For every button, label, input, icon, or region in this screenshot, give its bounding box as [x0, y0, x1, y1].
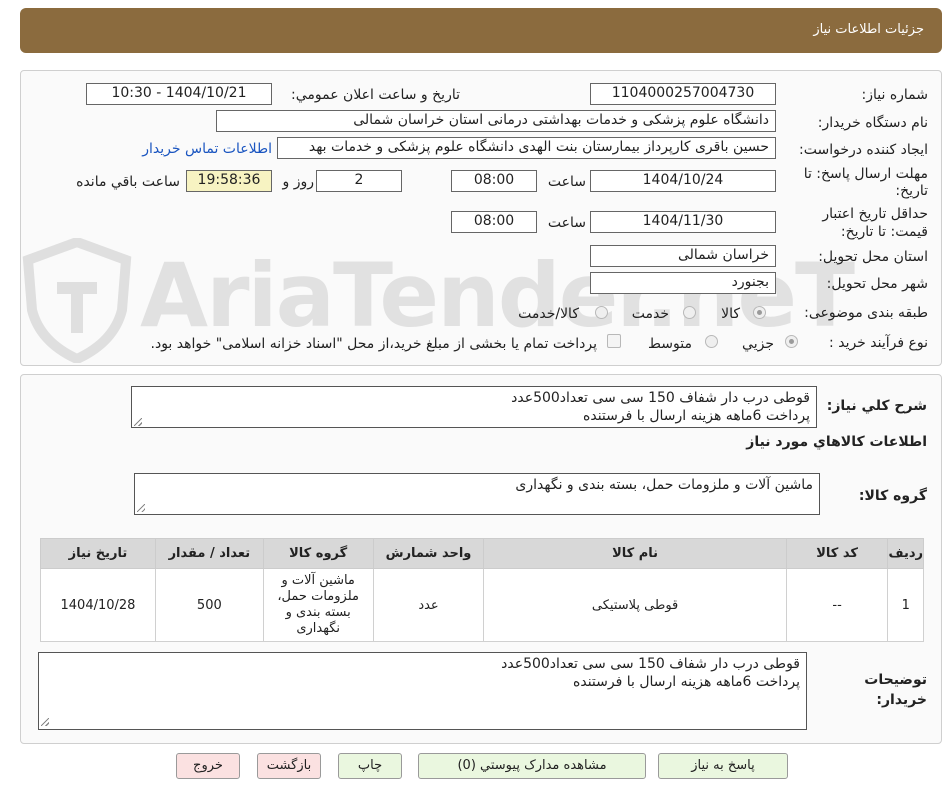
goods-info-title: اطلاعات کالاهاي مورد نیاز	[746, 434, 927, 450]
category-goods-radio[interactable]	[753, 306, 766, 319]
cell-row-number: 1	[887, 568, 924, 642]
page-header: جزئیات اطلاعات نیاز	[20, 8, 942, 53]
deadline-date-field[interactable]: 1404/10/24	[590, 170, 776, 192]
buyer-org-label: نام دستگاه خریدار:	[817, 115, 928, 131]
requester-field[interactable]: حسین باقری کارپرداز بیمارستان بنت الهدی …	[277, 137, 776, 159]
buyer-org-field[interactable]: دانشگاه علوم پزشکی و خدمات بهداشتی درمان…	[216, 110, 776, 132]
summary-textarea[interactable]: قوطی درب دار شفاف 150 سی سی تعداد500عدد …	[131, 386, 817, 428]
city-field[interactable]: بجنورد	[590, 272, 776, 294]
col-row-number: ردیف	[887, 538, 924, 569]
buyer-notes-label-2: خریدار:	[876, 692, 927, 708]
view-attachments-button[interactable]: مشاهده مدارک پیوستي (0)	[418, 753, 646, 779]
col-need-date: تاریخ نیاز	[40, 538, 156, 569]
validity-time-label: ساعت	[547, 215, 586, 231]
province-field[interactable]: خراسان شمالی	[590, 245, 776, 267]
purchase-medium-radio[interactable]	[705, 335, 718, 348]
summary-label: شرح کلي نیاز:	[826, 398, 927, 414]
cell-quantity: 500	[154, 568, 264, 642]
col-goods-code: کد کالا	[785, 538, 889, 569]
cell-unit: عدد	[372, 568, 485, 642]
validity-date-field[interactable]: 1404/11/30	[590, 211, 776, 233]
announce-datetime-label: تاریخ و ساعت اعلان عمومي:	[291, 87, 460, 103]
back-button[interactable]: بازگشت	[257, 753, 321, 779]
cell-need-date: 1404/10/28	[40, 568, 156, 642]
deadline-time-field[interactable]: 08:00	[451, 170, 537, 192]
requester-label: ایجاد کننده درخواست:	[799, 142, 928, 158]
cell-goods-code: --	[785, 568, 889, 642]
exit-button[interactable]: خروج	[176, 753, 240, 779]
purchase-medium-label: متوسط	[648, 336, 692, 352]
goods-group-textarea[interactable]: ماشین آلات و ملزومات حمل، بسته بندی و نگ…	[134, 473, 820, 515]
resize-grip-icon[interactable]	[134, 418, 142, 426]
purchase-minor-label: جزیي	[742, 336, 774, 352]
deadline-label: مهلت ارسال پاسخ: تا	[803, 166, 928, 182]
col-unit: واحد شمارش	[372, 538, 485, 569]
category-goods-label: کالا	[721, 306, 740, 322]
category-service-label: خدمت	[631, 306, 669, 322]
resize-grip-icon[interactable]	[41, 718, 49, 726]
resize-grip-icon[interactable]	[137, 504, 145, 512]
price-validity-label-date: قیمت: تا تاریخ:	[840, 224, 928, 240]
col-goods-group: گروه کالا	[262, 538, 374, 569]
goods-table: ردیف کد کالا نام کالا واحد شمارش گروه کا…	[40, 538, 924, 642]
validity-time-field[interactable]: 08:00	[451, 211, 537, 233]
city-label: شهر محل تحویل:	[826, 276, 928, 292]
col-goods-name: نام کالا	[483, 538, 787, 569]
days-field[interactable]: 2	[316, 170, 402, 192]
category-both-label: کالا/خدمت	[518, 306, 579, 322]
category-service-radio[interactable]	[683, 306, 696, 319]
table-header-row: ردیف کد کالا نام کالا واحد شمارش گروه کا…	[40, 538, 924, 569]
buyer-notes-textarea[interactable]: قوطی درب دار شفاف 150 سی سی تعداد500عدد …	[38, 652, 807, 730]
purchase-minor-radio[interactable]	[785, 335, 798, 348]
category-both-radio[interactable]	[595, 306, 608, 319]
deadline-time-label: ساعت	[547, 174, 586, 190]
print-button[interactable]: چاپ	[338, 753, 402, 779]
price-validity-label: حداقل تاریخ اعتبار	[822, 206, 928, 222]
purchase-type-label: نوع فرآیند خرید :	[829, 335, 928, 351]
buyer-contact-link[interactable]: اطلاعات تماس خریدار	[142, 141, 272, 157]
payment-note: پرداخت تمام یا بخشی از مبلغ خرید،از محل …	[150, 336, 597, 352]
cell-goods-group: ماشین آلات و ملزومات حمل، بسته بندی و نگ…	[262, 568, 374, 642]
deadline-label-date: تاریخ:	[895, 183, 928, 199]
remaining-time-field: 19:58:36	[186, 170, 272, 192]
announce-datetime-field[interactable]: 1404/10/21 - 10:30	[86, 83, 272, 105]
remaining-time-label: ساعت باقي مانده	[76, 174, 180, 190]
col-quantity: تعداد / مقدار	[154, 538, 264, 569]
province-label: استان محل تحویل:	[818, 249, 928, 265]
table-row: 1 -- قوطی پلاستیکی عدد ماشین آلات و ملزو…	[40, 568, 924, 642]
cell-goods-name: قوطی پلاستیکی	[483, 568, 787, 642]
need-number-field[interactable]: 1104000257004730	[590, 83, 776, 105]
treasury-bonds-checkbox[interactable]	[607, 334, 621, 348]
page-title: جزئیات اطلاعات نیاز	[813, 22, 924, 37]
category-label: طبقه بندی موضوعی:	[804, 305, 928, 321]
need-number-label: شماره نیاز:	[861, 87, 929, 103]
buyer-notes-label: توضیحات	[864, 672, 927, 688]
reply-button[interactable]: پاسخ به نیاز	[658, 753, 788, 779]
days-label: روز و	[282, 174, 315, 190]
goods-group-label: گروه کالا:	[858, 488, 927, 504]
